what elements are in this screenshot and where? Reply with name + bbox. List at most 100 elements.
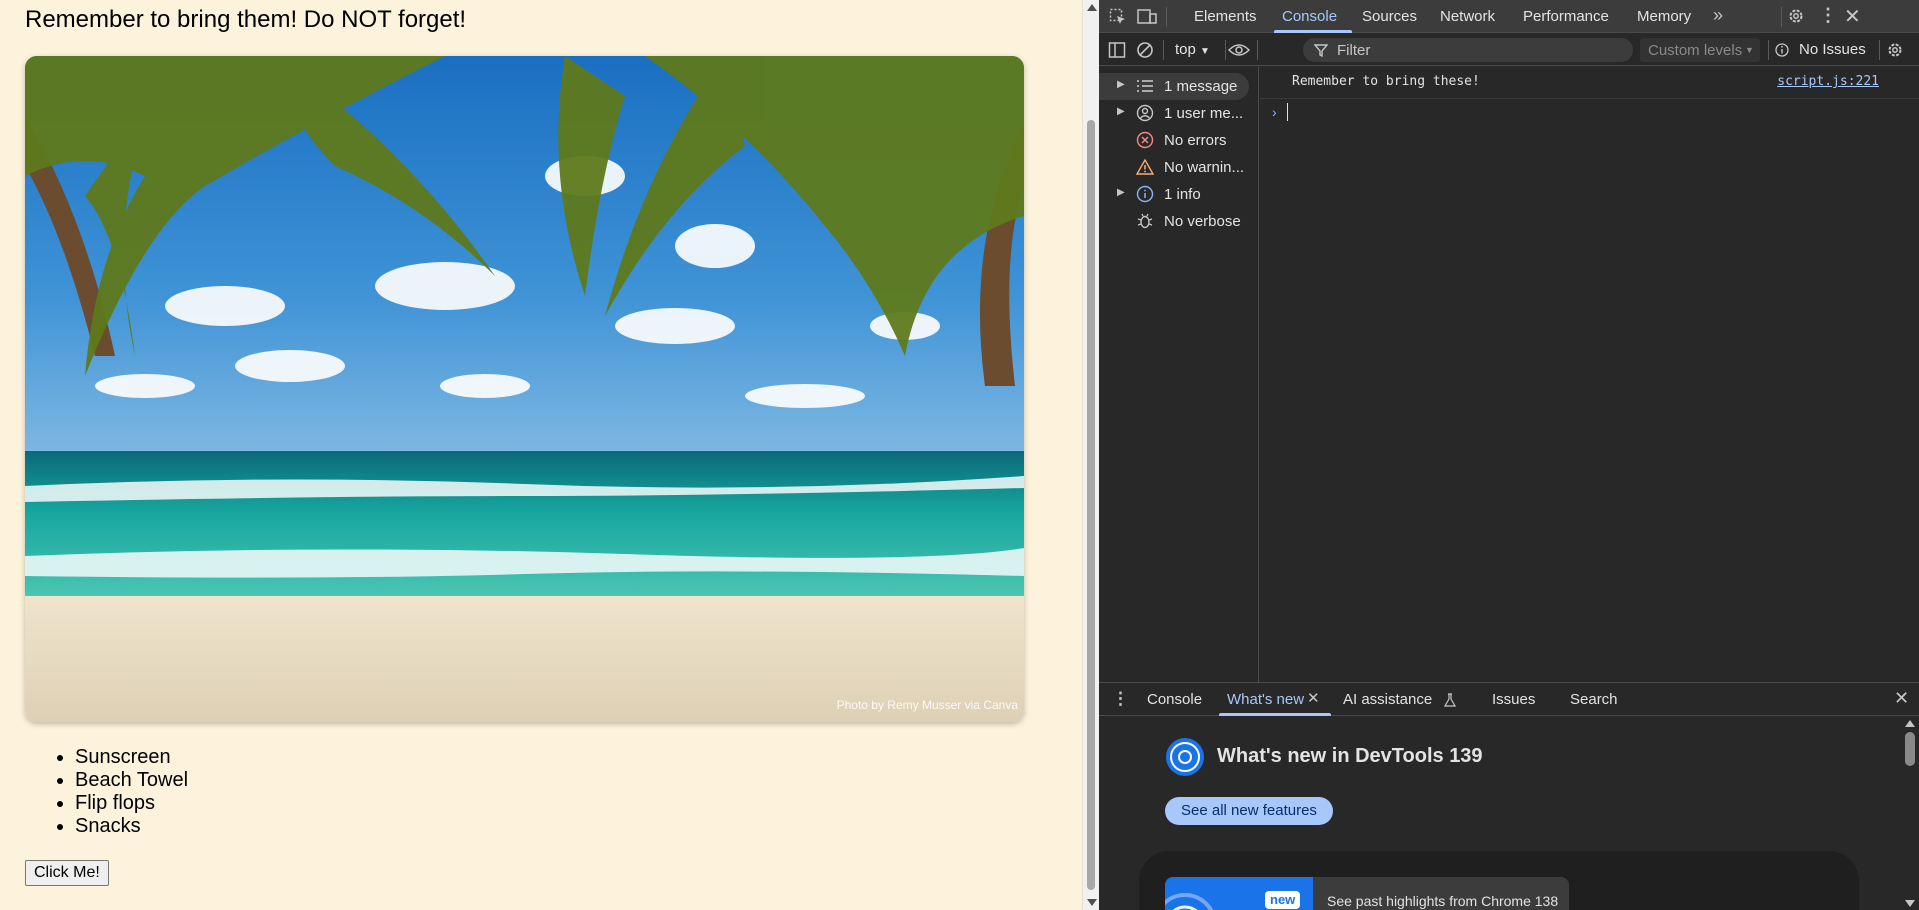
levels-label: Custom levels: [1648, 42, 1743, 59]
whats-new-title: What's new in DevTools 139: [1217, 745, 1483, 767]
console-output[interactable]: Remember to bring these! script.js:221 ›: [1260, 66, 1919, 682]
error-icon: [1136, 131, 1154, 149]
sidebar-item-label: 1 info: [1164, 186, 1201, 203]
highlights-card: new See past highlights from Chrome 138: [1139, 851, 1859, 910]
console-input-caret[interactable]: [1287, 103, 1288, 121]
tab-elements[interactable]: Elements: [1194, 8, 1257, 25]
user-icon: [1136, 104, 1154, 122]
console-message-text: Remember to bring these!: [1292, 74, 1480, 89]
devtools-panel: Elements Console Sources Network Perform…: [1099, 0, 1919, 910]
context-selector[interactable]: top ▼: [1175, 41, 1210, 58]
tab-performance[interactable]: Performance: [1523, 8, 1609, 25]
list-item: Beach Towel: [75, 769, 188, 792]
scroll-up-icon[interactable]: [1087, 4, 1097, 11]
active-drawer-tab-indicator: [1219, 713, 1331, 716]
new-badge: new: [1265, 891, 1301, 909]
sidebar-toggle-icon[interactable]: [1108, 41, 1126, 59]
list-item: Snacks: [75, 815, 188, 838]
photo-credit: Photo by Remy Musser via Canva: [836, 698, 1018, 712]
sidebar-item-user-messages[interactable]: ▶ 1 user me...: [1099, 100, 1249, 127]
expand-arrow-icon: ▶: [1117, 79, 1125, 90]
dropdown-arrow-icon: ▼: [1200, 46, 1210, 57]
sidebar-item-messages[interactable]: ▶ 1 message: [1099, 73, 1249, 100]
more-tabs-icon[interactable]: »: [1713, 5, 1723, 26]
chrome-logo-icon: [1166, 738, 1204, 776]
page-scrollbar[interactable]: [1082, 0, 1099, 910]
drawer-tab-bar: ⋮ Console What's new ✕ AI assistance Iss…: [1099, 683, 1919, 716]
kebab-menu-icon[interactable]: ⋮: [1819, 5, 1837, 26]
log-levels-dropdown[interactable]: Custom levels ▼: [1640, 38, 1760, 62]
device-toolbar-icon[interactable]: [1137, 8, 1157, 26]
issues-count[interactable]: No Issues: [1799, 41, 1866, 58]
issues-info-icon[interactable]: [1775, 43, 1789, 57]
scroll-down-icon[interactable]: [1087, 899, 1097, 906]
sidebar-item-label: No verbose: [1164, 213, 1241, 230]
message-divider: [1260, 98, 1919, 99]
console-settings-icon[interactable]: [1886, 41, 1904, 59]
toolbar-separator: [1768, 40, 1769, 60]
drawer-tab-whats-new[interactable]: What's new: [1227, 691, 1304, 708]
warning-icon: [1136, 158, 1154, 175]
console-message-source-link[interactable]: script.js:221: [1777, 74, 1879, 89]
devtools-main-toolbar: Elements Console Sources Network Perform…: [1099, 0, 1919, 33]
prompt-chevron-icon: ›: [1272, 104, 1277, 120]
live-expression-eye-icon[interactable]: [1228, 42, 1250, 58]
close-tab-icon[interactable]: ✕: [1307, 689, 1320, 707]
toolbar-separator: [1879, 40, 1880, 60]
drawer-scroll-thumb[interactable]: [1905, 732, 1915, 766]
drawer-menu-icon[interactable]: ⋮: [1112, 689, 1129, 709]
tab-console[interactable]: Console: [1282, 8, 1337, 25]
packing-list: Sunscreen Beach Towel Flip flops Snacks: [75, 746, 188, 838]
see-all-features-button[interactable]: See all new features: [1165, 797, 1333, 825]
sidebar-item-verbose[interactable]: No verbose: [1099, 208, 1249, 235]
settings-gear-icon[interactable]: [1787, 7, 1805, 25]
toolbar-separator: [1166, 7, 1167, 27]
drawer-tab-search[interactable]: Search: [1570, 691, 1618, 708]
sidebar-item-label: No warnin...: [1164, 159, 1245, 176]
context-label: top: [1175, 41, 1196, 58]
console-toolbar: top ▼ Filter Custom levels ▼ No Issues: [1099, 33, 1919, 66]
sidebar-item-info[interactable]: ▶ 1 info: [1099, 181, 1249, 208]
toolbar-separator: [1163, 40, 1164, 60]
beach-photo-illustration: [25, 56, 1024, 722]
tab-sources[interactable]: Sources: [1362, 8, 1417, 25]
console-sidebar: ▶ 1 message ▶ 1 user me... No errors No …: [1099, 66, 1259, 682]
drawer-scrollbar[interactable]: [1901, 716, 1919, 910]
clear-console-icon[interactable]: [1136, 41, 1154, 59]
list-icon: [1137, 80, 1153, 92]
drawer-tab-console[interactable]: Console: [1147, 691, 1202, 708]
click-me-button[interactable]: Click Me!: [25, 860, 109, 886]
drawer-scroll-down-icon[interactable]: [1905, 900, 1915, 907]
sidebar-item-label: No errors: [1164, 132, 1227, 149]
info-icon: [1136, 185, 1154, 203]
levels-arrow-icon: ▼: [1745, 45, 1754, 55]
toolbar-separator: [1225, 40, 1226, 60]
filter-icon: [1314, 44, 1328, 57]
expand-arrow-icon: ▶: [1117, 106, 1125, 117]
sidebar-item-errors[interactable]: No errors: [1099, 127, 1249, 154]
toolbar-separator: [1257, 40, 1258, 60]
sidebar-item-label: 1 message: [1164, 78, 1238, 95]
past-highlights-text: See past highlights from Chrome 138: [1327, 893, 1559, 909]
close-drawer-icon[interactable]: ✕: [1894, 688, 1909, 709]
bug-icon: [1137, 213, 1153, 229]
tab-memory[interactable]: Memory: [1637, 8, 1691, 25]
past-highlights-link[interactable]: new See past highlights from Chrome 138: [1165, 877, 1569, 910]
drawer-tab-issues[interactable]: Issues: [1492, 691, 1535, 708]
drawer-scroll-up-icon[interactable]: [1905, 720, 1915, 727]
beach-image: Photo by Remy Musser via Canva: [25, 56, 1024, 722]
drawer-tab-ai-assistance[interactable]: AI assistance: [1343, 691, 1432, 708]
filter-placeholder: Filter: [1337, 42, 1371, 59]
tab-network[interactable]: Network: [1440, 8, 1495, 25]
experiment-flask-icon: [1444, 693, 1456, 707]
list-item: Flip flops: [75, 792, 188, 815]
toolbar-separator: [1781, 7, 1782, 27]
scroll-thumb[interactable]: [1087, 120, 1095, 890]
filter-input[interactable]: Filter: [1303, 38, 1633, 62]
sidebar-item-label: 1 user me...: [1164, 105, 1244, 122]
inspect-element-icon[interactable]: [1109, 8, 1127, 26]
sidebar-item-warnings[interactable]: No warnin...: [1099, 154, 1249, 181]
expand-arrow-icon: ▶: [1117, 187, 1125, 198]
close-devtools-icon[interactable]: ✕: [1844, 4, 1861, 29]
page-heading: Remember to bring them! Do NOT forget!: [25, 6, 467, 33]
